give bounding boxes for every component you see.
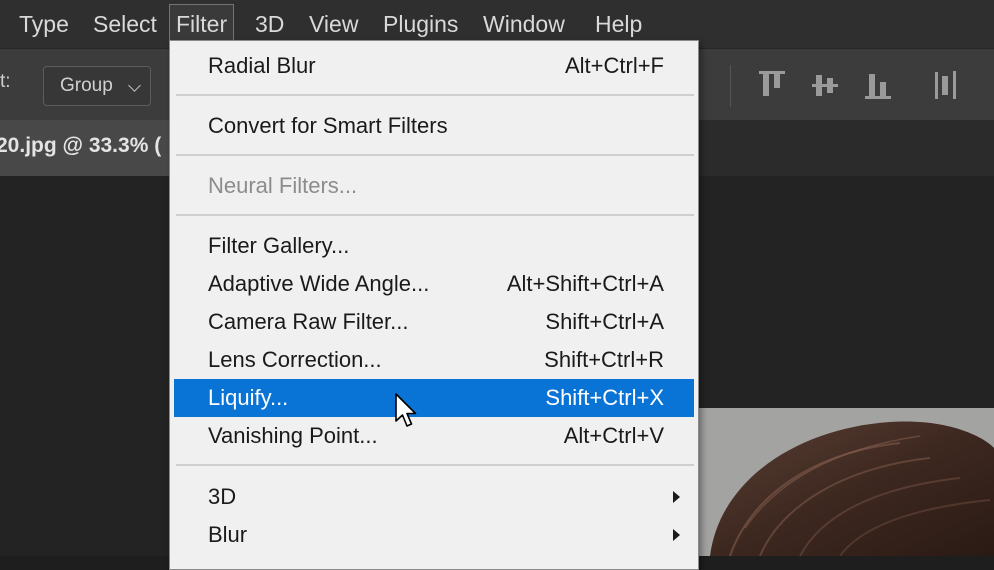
menu-item-shortcut: Shift+Ctrl+X <box>545 385 664 410</box>
menu-filter[interactable]: Filter <box>169 4 235 44</box>
menu-item-filter-gallery[interactable]: Filter Gallery... <box>174 227 694 265</box>
menu-item-lens-correction[interactable]: Lens Correction... Shift+Ctrl+R <box>174 341 694 379</box>
chevron-down-icon <box>128 79 141 92</box>
menu-select[interactable]: Select <box>87 4 163 44</box>
auto-select-dropdown[interactable]: Group <box>43 66 151 106</box>
align-left-edges-icon[interactable] <box>931 69 961 101</box>
menu-item-label: Camera Raw Filter... <box>208 309 409 334</box>
auto-select-value: Group <box>60 75 113 96</box>
mouse-pointer-icon <box>395 393 417 427</box>
menu-item-label: Lens Correction... <box>208 347 382 372</box>
filter-dropdown-menu: Radial Blur Alt+Ctrl+F Convert for Smart… <box>169 40 699 570</box>
menu-item-blur-submenu[interactable]: Blur <box>174 516 694 554</box>
menu-item-shortcut: Alt+Shift+Ctrl+A <box>506 271 664 296</box>
menu-item-neural-filters: Neural Filters... <box>174 167 694 205</box>
menu-item-convert-smart-filters[interactable]: Convert for Smart Filters <box>174 107 694 145</box>
hair-photo-image <box>690 408 994 557</box>
menu-separator <box>176 94 694 96</box>
submenu-arrow-icon <box>673 529 680 541</box>
menu-item-label: Liquify... <box>208 385 289 410</box>
menu-item-adaptive-wide-angle[interactable]: Adaptive Wide Angle... Alt+Shift+Ctrl+A <box>174 265 694 303</box>
menu-window[interactable]: Window <box>477 4 571 44</box>
menu-separator <box>176 154 694 156</box>
document-image <box>690 408 994 557</box>
align-vertical-centers-icon[interactable] <box>810 69 840 101</box>
menu-separator <box>176 464 694 466</box>
menu-type[interactable]: Type <box>13 4 75 44</box>
options-divider <box>730 65 731 107</box>
menu-item-label: Blur <box>208 522 248 547</box>
menu-item-label: Vanishing Point... <box>208 423 378 448</box>
menu-item-label: Neural Filters... <box>208 173 358 198</box>
document-tab-title: 20.jpg @ 33.3% ( <box>0 134 162 157</box>
menu-help[interactable]: Help <box>589 4 648 44</box>
menu-item-label: Adaptive Wide Angle... <box>208 271 430 296</box>
auto-select-label: t: <box>0 71 11 92</box>
menu-item-3d-submenu[interactable]: 3D <box>174 478 694 516</box>
menu-separator <box>176 214 694 216</box>
menu-item-vanishing-point[interactable]: Vanishing Point... Alt+Ctrl+V <box>174 417 694 455</box>
menu-item-camera-raw-filter[interactable]: Camera Raw Filter... Shift+Ctrl+A <box>174 303 694 341</box>
menu-item-shortcut: Alt+Ctrl+V <box>563 423 664 448</box>
menu-item-label: Convert for Smart Filters <box>208 113 448 138</box>
menu-item-radial-blur[interactable]: Radial Blur Alt+Ctrl+F <box>174 47 694 85</box>
menu-item-label: Radial Blur <box>208 53 316 78</box>
menu-item-liquify[interactable]: Liquify... Shift+Ctrl+X <box>174 379 694 417</box>
menu-item-label: Filter Gallery... <box>208 233 350 258</box>
align-top-edges-icon[interactable] <box>757 69 787 101</box>
menu-3d[interactable]: 3D <box>249 4 290 44</box>
align-bottom-edges-icon[interactable] <box>863 69 893 101</box>
menu-plugins[interactable]: Plugins <box>377 4 464 44</box>
menu-item-label: 3D <box>208 484 237 509</box>
document-tab[interactable]: 20.jpg @ 33.3% ( <box>0 120 176 176</box>
menu-item-shortcut: Shift+Ctrl+R <box>544 347 664 372</box>
submenu-arrow-icon <box>673 491 680 503</box>
menu-item-shortcut: Shift+Ctrl+A <box>545 309 664 334</box>
menu-view[interactable]: View <box>303 4 364 44</box>
menu-item-shortcut: Alt+Ctrl+F <box>564 53 664 78</box>
